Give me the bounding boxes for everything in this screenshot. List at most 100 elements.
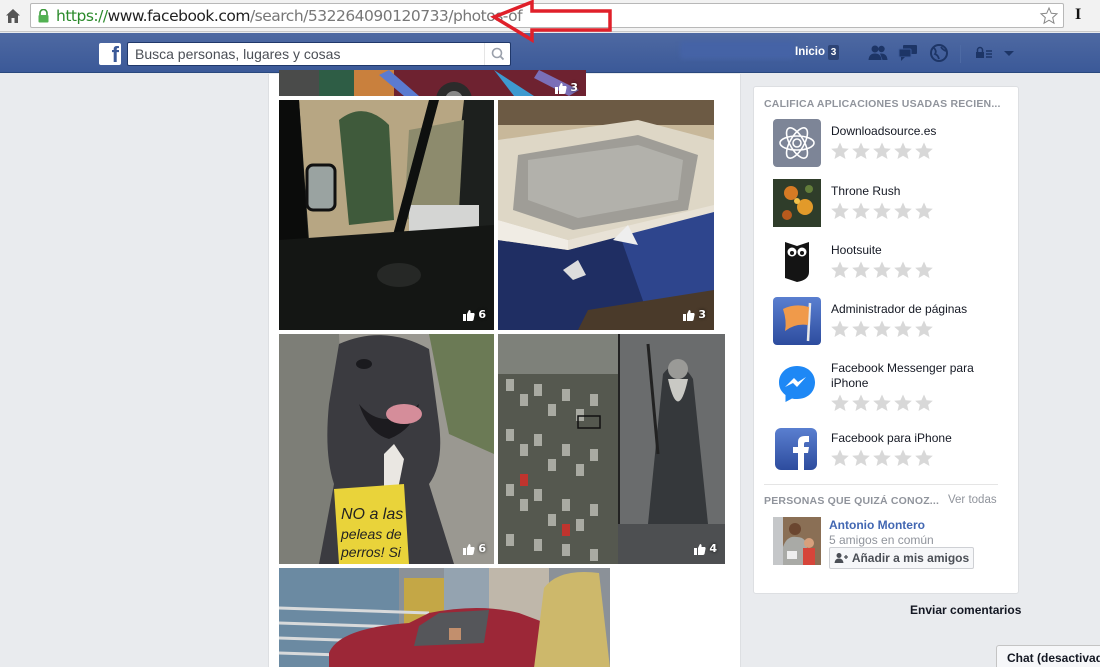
photo-tile[interactable]: 6 <box>279 100 494 330</box>
owl-icon <box>773 238 821 286</box>
photo-car-window <box>279 100 494 330</box>
photo-tile[interactable] <box>279 568 610 667</box>
section-divider <box>764 484 998 485</box>
star-icon[interactable] <box>872 448 893 468</box>
star-icon[interactable] <box>893 201 914 221</box>
star-icon[interactable] <box>914 448 935 468</box>
star-icon[interactable] <box>893 260 914 280</box>
photo-dog-with-sign: NO a las peleas de perros! Si <box>279 334 494 564</box>
star-icon[interactable] <box>851 141 872 161</box>
search-box <box>127 42 511 66</box>
star-icon[interactable] <box>914 319 935 339</box>
address-bar[interactable]: https://www.facebook.com/search/53226409… <box>30 3 1064 28</box>
star-icon[interactable] <box>914 141 935 161</box>
see-all-link[interactable]: Ver todas <box>948 494 997 506</box>
star-rating[interactable] <box>830 141 935 161</box>
people-you-may-know-title: PERSONAS QUE QUIZÁ CONOZ... <box>764 495 940 507</box>
photo-tile[interactable]: 3 <box>498 100 714 330</box>
like-count-text: 3 <box>698 308 706 321</box>
privacy-shortcuts-icon[interactable] <box>973 43 995 63</box>
star-icon[interactable] <box>851 393 872 413</box>
star-icon[interactable] <box>872 201 893 221</box>
star-icon[interactable] <box>914 393 935 413</box>
browser-toolbar: https://www.facebook.com/search/53226409… <box>0 0 1100 32</box>
rate-apps-title: CALIFICA APLICACIONES USADAS RECIEN... <box>764 98 1001 110</box>
thumbs-up-icon <box>683 309 696 321</box>
home-link[interactable]: Inicio <box>795 46 825 58</box>
star-rating[interactable] <box>830 448 935 468</box>
star-icon[interactable] <box>830 260 851 280</box>
photo-tile[interactable]: NO a las peleas de perros! Si 6 <box>279 334 494 564</box>
star-icon[interactable] <box>830 141 851 161</box>
messages-icon[interactable] <box>897 43 919 63</box>
photo-mural-car <box>279 70 586 96</box>
star-icon[interactable] <box>893 393 914 413</box>
star-rating[interactable] <box>830 260 935 280</box>
star-icon[interactable] <box>830 201 851 221</box>
add-friend-icon <box>834 553 848 563</box>
atom-icon <box>773 119 821 167</box>
app-name: Hootsuite <box>831 243 882 257</box>
like-count: 3 <box>683 308 706 321</box>
search-input[interactable] <box>135 45 475 63</box>
like-count-text: 6 <box>478 308 486 321</box>
bookmark-star-icon[interactable] <box>1039 6 1059 26</box>
star-icon[interactable] <box>830 393 851 413</box>
star-icon[interactable] <box>893 141 914 161</box>
chat-tab[interactable]: Chat (desactivado) <box>996 645 1100 667</box>
notifications-globe-icon[interactable] <box>928 43 950 63</box>
star-icon[interactable] <box>872 319 893 339</box>
thumbs-up-icon <box>555 82 568 94</box>
like-count-text: 3 <box>570 81 578 94</box>
app-name: Administrador de páginas <box>831 302 968 316</box>
url-text[interactable]: https://www.facebook.com/search/53226409… <box>56 7 523 25</box>
throne-rush-game-icon <box>773 179 821 227</box>
lock-icon <box>37 8 50 23</box>
facebook-logo-icon[interactable]: f <box>99 42 121 67</box>
star-icon[interactable] <box>830 448 851 468</box>
app-name: Throne Rush <box>831 184 901 198</box>
like-count-text: 6 <box>478 542 486 555</box>
star-icon[interactable] <box>830 319 851 339</box>
star-icon[interactable] <box>872 141 893 161</box>
svg-text:peleas de: peleas de <box>340 526 402 542</box>
star-icon[interactable] <box>872 260 893 280</box>
star-icon[interactable] <box>851 260 872 280</box>
star-icon[interactable] <box>872 393 893 413</box>
send-feedback-link[interactable]: Enviar comentarios <box>910 603 1021 617</box>
star-icon[interactable] <box>914 260 935 280</box>
like-count: 4 <box>694 542 717 555</box>
facebook-topbar: f Inicio 3 <box>0 33 1100 73</box>
star-icon[interactable] <box>893 448 914 468</box>
friend-requests-icon[interactable] <box>867 43 889 63</box>
star-icon[interactable] <box>914 201 935 221</box>
app-name: Downloadsource.es <box>831 124 937 138</box>
star-rating[interactable] <box>830 393 935 413</box>
app-name: Facebook para iPhone <box>831 431 952 445</box>
star-icon[interactable] <box>851 319 872 339</box>
account-menu-chevron-icon[interactable] <box>998 43 1020 63</box>
add-friend-button[interactable]: Añadir a mis amigos <box>829 547 974 569</box>
photos-results: 3 6 3 NO a las peleas de perros! Si 6 4 <box>268 70 741 667</box>
photo-tile[interactable]: 3 <box>279 70 586 96</box>
star-icon[interactable] <box>851 448 872 468</box>
svg-text:NO a las: NO a las <box>341 506 403 523</box>
photo-tile[interactable]: 4 <box>498 334 725 564</box>
chat-label: Chat (desactivado) <box>1007 651 1100 665</box>
home-notification-badge: 3 <box>828 45 839 60</box>
mutual-friends-count: 5 amigos en común <box>829 533 934 547</box>
like-count: 6 <box>463 542 486 555</box>
right-sidebar: CALIFICA APLICACIONES USADAS RECIEN... D… <box>753 86 1019 594</box>
star-rating[interactable] <box>830 319 935 339</box>
url-protocol: https:// <box>56 7 108 25</box>
star-rating[interactable] <box>830 201 935 221</box>
person-avatar[interactable] <box>773 517 821 565</box>
home-icon[interactable] <box>4 7 22 25</box>
svg-text:perros! Si: perros! Si <box>340 544 402 560</box>
star-icon[interactable] <box>893 319 914 339</box>
search-icon[interactable] <box>484 43 510 65</box>
person-name-link[interactable]: Antonio Montero <box>829 518 925 532</box>
extension-button[interactable]: I <box>1075 6 1081 24</box>
star-icon[interactable] <box>851 201 872 221</box>
profile-link-redacted[interactable] <box>680 41 795 59</box>
